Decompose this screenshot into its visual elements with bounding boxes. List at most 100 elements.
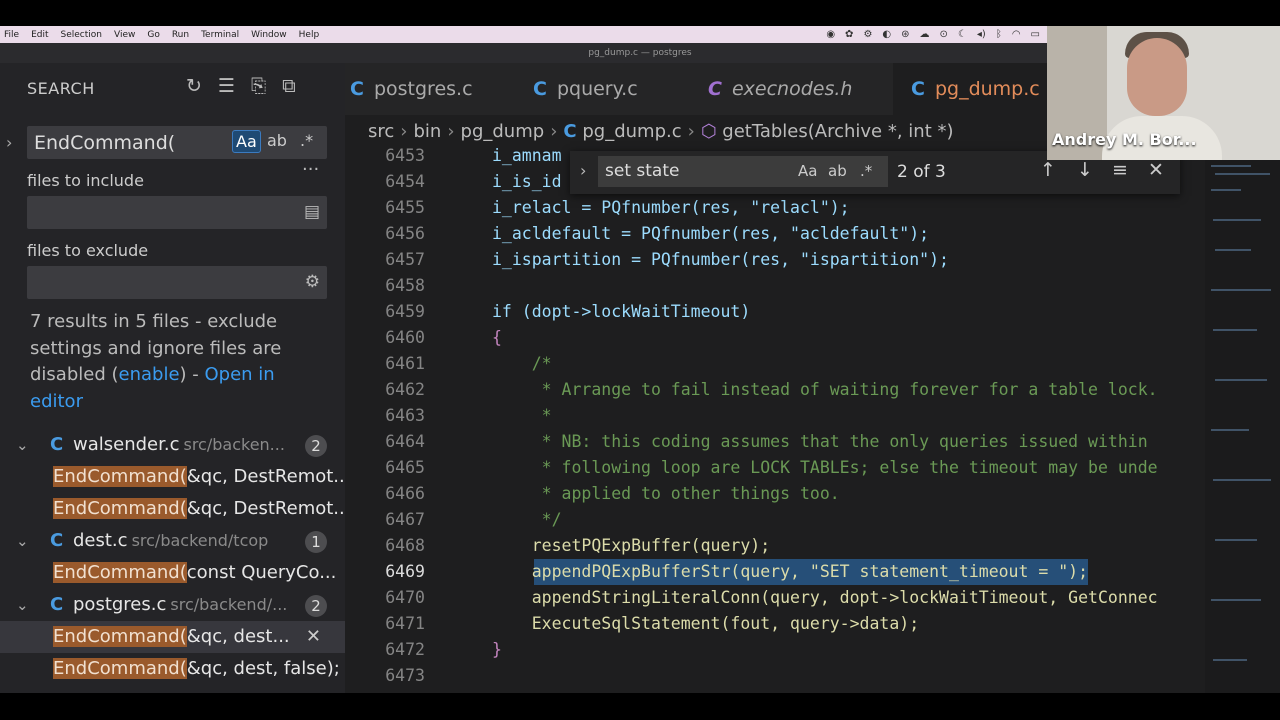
line-number: 6462 <box>385 380 425 399</box>
code-line: 6471 ExecuteSqlStatement(fout, query->da… <box>345 611 1280 637</box>
code-text: /* <box>492 354 552 373</box>
previous-match-icon[interactable]: ↑ <box>1040 159 1056 181</box>
status-icon[interactable]: ⊙ <box>940 29 948 40</box>
menu-go[interactable]: Go <box>143 30 167 40</box>
minimap-line <box>1215 173 1270 175</box>
menu-edit[interactable]: Edit <box>27 30 56 40</box>
result-match[interactable]: EndCommand(&qc, dest... ✕ <box>0 621 345 653</box>
tab-pg-dump-c[interactable]: Cpg_dump.c <box>893 63 1071 115</box>
breadcrumb-file[interactable]: pg_dump.c <box>582 121 681 142</box>
moon-icon[interactable]: ☾ <box>958 29 967 40</box>
match-case-toggle[interactable]: Aa <box>232 130 261 153</box>
minimap-line <box>1211 189 1241 191</box>
minimap[interactable] <box>1205 159 1280 693</box>
match-count: 2 of 3 <box>897 162 946 182</box>
code-line: 6455 i_relacl = PQfnumber(res, "relacl"); <box>345 195 1280 221</box>
result-match[interactable]: EndCommand(&qc, dest, false); <box>0 653 345 685</box>
menu-selection[interactable]: Selection <box>57 30 110 40</box>
status-icon[interactable]: ◐ <box>882 29 891 40</box>
tab-postgres-c[interactable]: Cpostgres.c <box>350 63 520 115</box>
whole-word-toggle[interactable]: ab <box>264 130 290 151</box>
wifi-icon[interactable]: ◠ <box>1012 29 1021 40</box>
more-options-icon[interactable]: ··· <box>302 159 319 180</box>
find-in-selection-icon[interactable]: ≡ <box>1112 159 1128 181</box>
status-icon[interactable]: ✿ <box>845 29 853 40</box>
files-to-include-input[interactable]: ▤ <box>27 196 327 229</box>
match-case-toggle[interactable]: Aa <box>798 162 817 180</box>
breadcrumb-symbol[interactable]: getTables(Archive *, int *) <box>722 121 953 142</box>
result-match[interactable]: EndCommand(&qc, DestRemot... <box>0 493 345 525</box>
menu-terminal[interactable]: Terminal <box>197 30 247 40</box>
whole-word-toggle[interactable]: ab <box>828 162 847 180</box>
code-text: resetPQExpBuffer(query); <box>492 536 771 555</box>
webcam-overlay: Andrey M. Bor... <box>1047 26 1280 160</box>
code-text: * NB: this coding assumes that the only … <box>492 432 1148 451</box>
regex-toggle[interactable]: .* <box>860 162 872 180</box>
code-text: i_relacl = PQfnumber(res, "relacl"); <box>492 198 850 217</box>
enable-link[interactable]: enable <box>119 364 180 385</box>
clear-results-icon[interactable]: ☰ <box>218 75 235 97</box>
status-icon[interactable]: ⊛ <box>901 29 909 40</box>
breadcrumb-item[interactable]: src <box>368 121 394 142</box>
breadcrumb-item[interactable]: pg_dump <box>461 121 545 142</box>
line-number: 6458 <box>385 276 425 295</box>
new-search-editor-icon[interactable]: ⎘ <box>251 75 266 97</box>
match-highlight: EndCommand( <box>53 658 187 679</box>
breadcrumb-item[interactable]: bin <box>413 121 441 142</box>
file-name: postgres.c <box>73 594 167 615</box>
line-number: 6472 <box>385 640 425 659</box>
file-name: dest.c <box>73 530 128 551</box>
close-icon[interactable]: ✕ <box>1148 159 1164 181</box>
status-icon[interactable]: ◉ <box>826 29 835 40</box>
regex-toggle[interactable]: .* <box>297 130 316 151</box>
files-to-exclude-input[interactable]: ⚙ <box>27 266 327 299</box>
code-text: ExecuteSqlStatement(fout, query->data); <box>492 614 920 633</box>
letterbox-bottom <box>0 693 1280 720</box>
match-text: &qc, dest... <box>186 626 290 647</box>
c-file-icon: C <box>350 78 364 100</box>
result-file[interactable]: ⌄ C walsender.c src/backen... 2 <box>0 429 345 461</box>
line-number: 6457 <box>385 250 425 269</box>
result-file[interactable]: ⌄ C postgres.c src/backend/... 2 <box>0 589 345 621</box>
volume-icon[interactable]: ◂) <box>977 29 986 40</box>
menu-run[interactable]: Run <box>168 30 197 40</box>
menu-window[interactable]: Window <box>247 30 295 40</box>
code-line: 6463 * <box>345 403 1280 429</box>
sidebar-actions: ↻ ☰ ⎘ ⧉ <box>186 75 296 97</box>
tab-pquery-c[interactable]: Cpquery.c <box>533 63 693 115</box>
book-icon[interactable]: ▤ <box>304 202 320 222</box>
c-file-icon: C <box>50 434 64 455</box>
chevron-down-icon[interactable]: ⌄ <box>16 429 29 461</box>
dismiss-icon[interactable]: ✕ <box>306 621 321 653</box>
search-input[interactable]: EndCommand( Aa ab .* <box>27 126 327 159</box>
chevron-down-icon[interactable]: ⌄ <box>16 525 29 557</box>
status-icon[interactable]: ⚙ <box>863 29 872 40</box>
refresh-icon[interactable]: ↻ <box>186 75 202 97</box>
result-match[interactable]: EndCommand(const QueryCo... <box>0 557 345 589</box>
match-count-badge: 1 <box>305 531 327 553</box>
minimap-line <box>1213 219 1261 221</box>
toggle-replace-icon[interactable]: › <box>6 133 12 152</box>
code-line: 6470 appendStringLiteralConn(query, dopt… <box>345 585 1280 611</box>
menu-file[interactable]: File <box>0 30 27 40</box>
toggle-replace-icon[interactable]: › <box>580 161 586 180</box>
result-match[interactable]: EndCommand(&qc, DestRemot... <box>0 461 345 493</box>
result-file[interactable]: ⌄ C dest.c src/backend/tcop 1 <box>0 525 345 557</box>
minimap-line <box>1215 379 1267 381</box>
next-match-icon[interactable]: ↓ <box>1077 159 1093 181</box>
menu-help[interactable]: Help <box>295 30 328 40</box>
c-file-icon: C <box>50 594 64 615</box>
settings-icon[interactable]: ⚙ <box>305 272 320 292</box>
tab-execnodes-h[interactable]: Cexecnodes.h <box>708 63 888 115</box>
collapse-all-icon[interactable]: ⧉ <box>282 75 296 97</box>
code-line: 6472} <box>345 637 1280 663</box>
bluetooth-icon[interactable]: ᛒ <box>996 29 1002 40</box>
chevron-right-icon: › <box>400 121 408 142</box>
match-text: const QueryCo... <box>186 562 337 583</box>
chevron-down-icon[interactable]: ⌄ <box>16 589 29 621</box>
menu-view[interactable]: View <box>110 30 143 40</box>
line-number: 6453 <box>385 146 425 165</box>
battery-icon[interactable]: ▭ <box>1031 29 1040 40</box>
file-name: walsender.c <box>73 434 180 455</box>
status-icon[interactable]: ☁ <box>920 29 930 40</box>
